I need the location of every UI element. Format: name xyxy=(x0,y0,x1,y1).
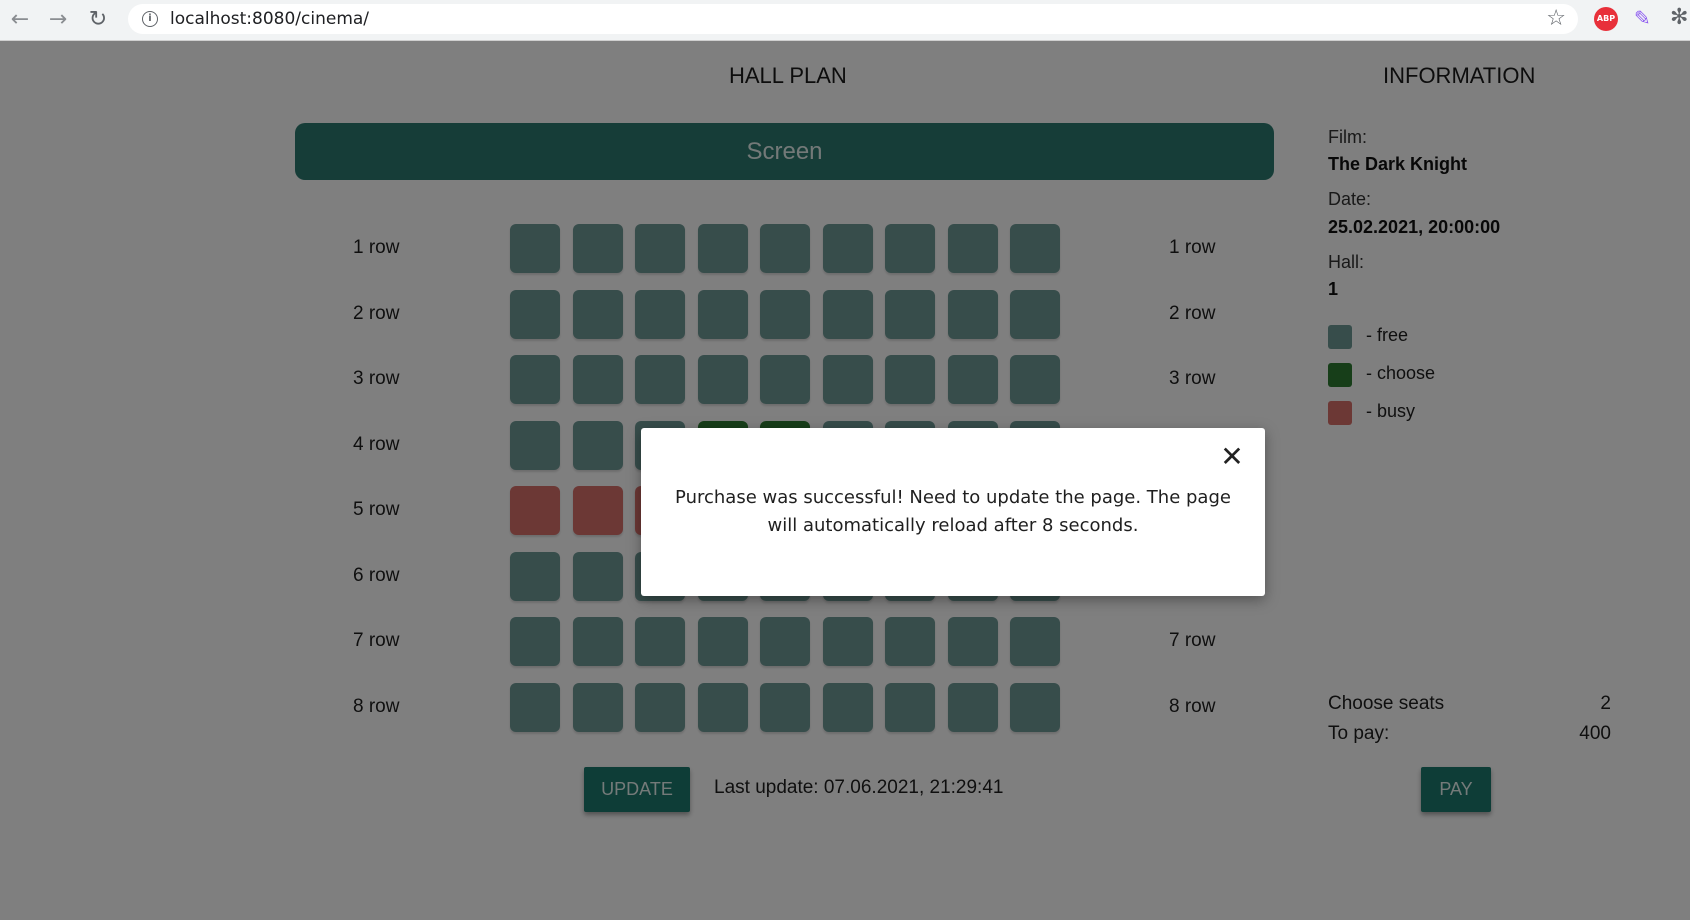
purchase-success-modal: ✕ Purchase was successful! Need to updat… xyxy=(641,428,1265,596)
browser-toolbar: ← → ↻ i localhost:8080/cinema/ ☆ ABP ✎ ✻ xyxy=(0,0,1690,41)
adblock-extension-icon[interactable]: ABP xyxy=(1594,7,1618,31)
extensions-puzzle-icon[interactable]: ✻ xyxy=(1670,5,1688,30)
reload-icon[interactable]: ↻ xyxy=(82,4,114,36)
close-icon[interactable]: ✕ xyxy=(1217,442,1247,472)
url-text[interactable]: localhost:8080/cinema/ xyxy=(170,9,369,29)
site-info-icon[interactable]: i xyxy=(142,11,158,27)
modal-message: Purchase was successful! Need to update … xyxy=(675,487,1231,536)
back-arrow-icon[interactable]: ← xyxy=(4,4,36,36)
address-bar[interactable]: i localhost:8080/cinema/ ☆ xyxy=(128,4,1578,34)
forward-arrow-icon[interactable]: → xyxy=(42,4,74,36)
pen-extension-icon[interactable]: ✎ xyxy=(1634,6,1651,30)
bookmark-star-icon[interactable]: ☆ xyxy=(1546,6,1566,31)
